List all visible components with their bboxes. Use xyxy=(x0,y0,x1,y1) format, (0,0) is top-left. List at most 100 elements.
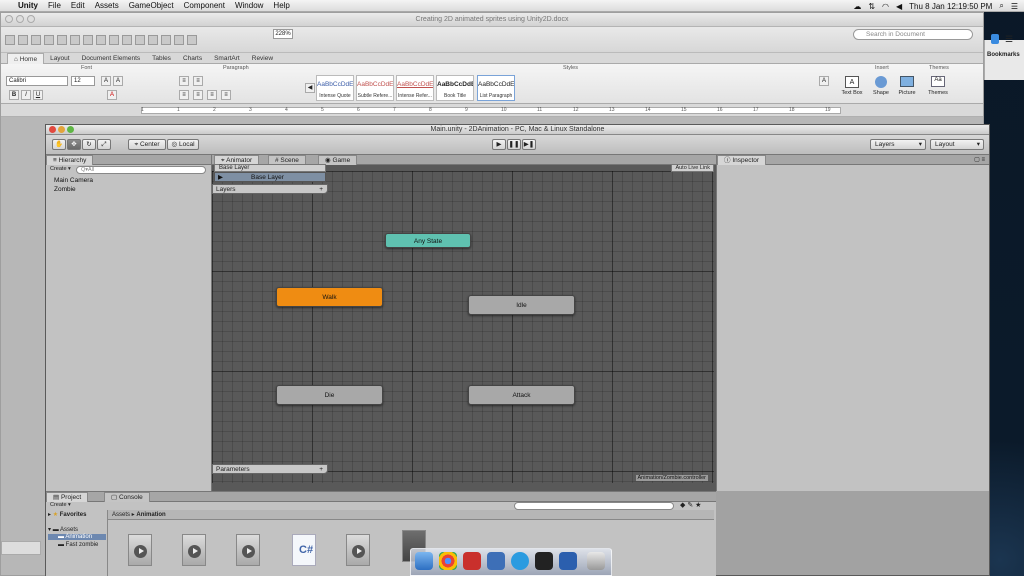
asset-animation-clip-1[interactable] xyxy=(128,534,152,566)
menu-assets[interactable]: Assets xyxy=(95,1,119,10)
project-create-button[interactable]: Create ▾ xyxy=(50,502,71,508)
tab-inspector[interactable]: ⓘ Inspector xyxy=(717,155,767,165)
tab-hierarchy[interactable]: ≡ Hierarchy xyxy=(46,155,94,165)
notification-center-icon[interactable]: ☰ xyxy=(1011,2,1018,11)
app-store-icon[interactable] xyxy=(487,552,505,570)
state-idle[interactable]: Idle xyxy=(468,295,575,315)
bullets-button[interactable]: ≡ xyxy=(179,76,189,86)
status-volume-icon[interactable]: ◀ xyxy=(896,2,902,11)
status-cloud-icon[interactable]: ☁ xyxy=(853,2,861,11)
toolbox-icon[interactable] xyxy=(187,34,197,45)
menu-component[interactable]: Component xyxy=(184,1,225,10)
state-attack[interactable]: Attack xyxy=(468,385,575,405)
view-buttons[interactable] xyxy=(1,541,41,555)
underline-button[interactable]: U xyxy=(33,90,43,100)
clock[interactable]: Thu 8 Jan 12:19:50 PM xyxy=(909,2,992,11)
folder-animation[interactable]: ▬ Animation xyxy=(48,534,106,540)
text-box-button[interactable]: A Text Box xyxy=(839,76,865,96)
search-in-document-input[interactable]: Search in Document xyxy=(853,29,973,40)
text-styles-icon[interactable]: A xyxy=(819,76,829,86)
ribbon-tab-smartart[interactable]: SmartArt xyxy=(208,53,246,64)
hierarchy-create-button[interactable]: Create ▾ xyxy=(50,166,71,172)
animator-breadcrumb[interactable]: Base Layer xyxy=(214,164,326,172)
chrome-icon[interactable] xyxy=(439,552,457,570)
themes-button[interactable]: Aa Themes xyxy=(925,76,951,96)
justify-button[interactable]: ≡ xyxy=(221,90,231,100)
menu-window[interactable]: Window xyxy=(235,1,263,10)
font-color-button[interactable]: A xyxy=(107,90,117,100)
spotlight-search-icon[interactable]: ⌕ xyxy=(999,1,1003,11)
asset-script[interactable]: C# xyxy=(292,534,316,566)
close-button[interactable] xyxy=(49,126,56,133)
parameters-subpanel-header[interactable]: Parameters + xyxy=(212,464,328,474)
layer-item-base-layer[interactable]: ▶ Base Layer xyxy=(214,172,326,182)
numbering-button[interactable]: ≡ xyxy=(193,76,203,86)
state-any-state[interactable]: Any State xyxy=(385,233,471,248)
trash-icon[interactable] xyxy=(587,552,605,570)
animator-graph-canvas[interactable]: Layers + Parameters + Any State Walk Idle … xyxy=(212,171,714,483)
status-vpn-icon[interactable]: ⇅ xyxy=(868,2,875,11)
hierarchy-item-zombie[interactable]: Zombie xyxy=(54,186,76,193)
align-right-button[interactable]: ≡ xyxy=(207,90,217,100)
styles-scroll-left-button[interactable]: ◀ xyxy=(305,83,315,93)
auto-live-link-toggle[interactable]: Auto Live Link xyxy=(671,164,714,172)
breadcrumb-animation[interactable]: Animation xyxy=(136,512,165,518)
ribbon-tab-document-elements[interactable]: Document Elements xyxy=(76,53,147,64)
menu-gameobject[interactable]: GameObject xyxy=(129,1,174,10)
zoom-button[interactable] xyxy=(67,126,74,133)
play-button[interactable]: ▶ xyxy=(492,139,506,150)
align-center-button[interactable]: ≡ xyxy=(193,90,203,100)
picture-button[interactable]: Picture xyxy=(895,76,919,96)
ribbon-tab-review[interactable]: Review xyxy=(246,53,279,64)
gallery-icon[interactable] xyxy=(174,34,184,45)
tab-console[interactable]: ▢ Console xyxy=(104,492,150,502)
hierarchy-search-input[interactable]: Q▾All xyxy=(76,166,206,174)
word-icon[interactable] xyxy=(559,552,577,570)
pause-button[interactable]: ❚❚ xyxy=(507,139,521,150)
layers-subpanel-header[interactable]: Layers + xyxy=(212,184,328,194)
asset-animation-clip-3[interactable] xyxy=(236,534,260,566)
state-die[interactable]: Die xyxy=(276,385,383,405)
bookmarks-panel[interactable]: ☰ Bookmarks xyxy=(984,34,1024,80)
style-book-title[interactable]: AaBbCcDdEe Book Title xyxy=(436,75,474,101)
hand-tool-button[interactable]: ✋ xyxy=(52,139,66,150)
project-search-input[interactable] xyxy=(514,502,674,510)
zoom-field[interactable]: 228% xyxy=(273,29,293,39)
pivot-local-toggle[interactable]: ◎ Local xyxy=(167,139,199,150)
minimize-button[interactable] xyxy=(58,126,65,133)
bold-button[interactable]: B xyxy=(9,90,19,100)
asset-animation-clip-2[interactable] xyxy=(182,534,206,566)
font-size-select[interactable]: 12 xyxy=(71,76,95,86)
status-wifi-icon[interactable]: ◠ xyxy=(882,2,889,11)
paste-icon[interactable] xyxy=(96,34,106,45)
hierarchy-item-main-camera[interactable]: Main Camera xyxy=(54,177,93,184)
redo-icon[interactable] xyxy=(135,34,145,45)
pilcrow-icon[interactable] xyxy=(148,34,158,45)
undo-icon[interactable] xyxy=(122,34,132,45)
horizontal-ruler[interactable]: 1 1 2 3 4 5 6 7 8 9 10 11 12 13 14 15 16 17 18 19 xyxy=(1,104,983,117)
tab-project[interactable]: ▤ Project xyxy=(46,492,89,502)
new-document-icon[interactable] xyxy=(5,34,15,45)
format-painter-icon[interactable] xyxy=(109,34,119,45)
ribbon-tab-tables[interactable]: Tables xyxy=(146,53,177,64)
font-name-select[interactable]: Calibri xyxy=(6,76,68,86)
menu-icon[interactable]: ☰ xyxy=(1005,34,1013,45)
save-icon[interactable] xyxy=(44,34,54,45)
shape-button[interactable]: Shape xyxy=(869,76,893,96)
scale-tool-button[interactable]: ⤢ xyxy=(97,139,111,150)
ribbon-tab-charts[interactable]: Charts xyxy=(177,53,208,64)
layout-dropdown[interactable]: Layout ▾ xyxy=(930,139,984,150)
grow-font-button[interactable]: A xyxy=(101,76,111,86)
ribbon-tab-home[interactable]: ⌂ Home xyxy=(7,52,45,64)
menu-edit[interactable]: Edit xyxy=(71,1,85,10)
unity-icon[interactable] xyxy=(535,552,553,570)
breadcrumb-assets[interactable]: Assets xyxy=(112,512,130,518)
layers-dropdown[interactable]: Layers ▾ xyxy=(870,139,926,150)
style-intense-quote[interactable]: AaBbCcDdE Intense Quote xyxy=(316,75,354,101)
minimize-button[interactable] xyxy=(16,15,24,23)
add-parameter-button[interactable]: + xyxy=(319,465,323,474)
zoom-button[interactable] xyxy=(27,15,35,23)
templates-icon[interactable] xyxy=(18,34,28,45)
sidebar-icon[interactable] xyxy=(161,34,171,45)
cut-icon[interactable] xyxy=(70,34,80,45)
